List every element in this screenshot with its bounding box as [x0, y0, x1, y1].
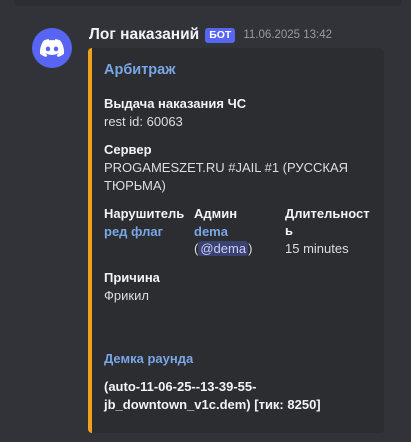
field-violator-value[interactable]: ред флаг	[104, 223, 163, 241]
embed: Арбитраж Выдача наказания ЧС rest id: 60…	[88, 48, 384, 433]
field-action-value: rest id: 60063	[104, 114, 183, 129]
field-admin-mention-line: (@dema)	[194, 240, 252, 258]
message-header: Лог наказаний БОТ 11.06.2025 13:42	[89, 26, 332, 44]
field-reason-value: Фрикил	[104, 288, 149, 303]
previous-message-area	[0, 0, 411, 10]
demo-file: (auto-11-06-25--13-39-55-jb_downtown_v1c…	[104, 379, 321, 412]
field-action-name: Выдача наказания ЧС	[104, 96, 247, 111]
bot-tag: БОТ	[205, 27, 236, 43]
embed-title: Арбитраж	[104, 62, 176, 78]
previous-embed	[14, 0, 401, 6]
message: Лог наказаний БОТ 11.06.2025 13:42 Арбит…	[0, 22, 411, 442]
discord-logo-icon	[40, 39, 64, 57]
author-name[interactable]: Лог наказаний	[89, 26, 199, 44]
field-server-name: Сервер	[104, 142, 152, 157]
timestamp[interactable]: 11.06.2025 13:42	[243, 29, 332, 41]
field-admin-name: Админ	[194, 206, 238, 221]
field-violator-name: Нарушитель	[104, 206, 185, 221]
admin-mention[interactable]: @dema	[198, 241, 249, 256]
field-server-value: PROGAMESZET.RU #JAIL #1 (РУССКАЯ ТЮРЬМА)	[104, 160, 349, 193]
field-admin-value[interactable]: dema	[194, 223, 228, 241]
field-reason-name: Причина	[104, 270, 160, 285]
paren-close: )	[248, 241, 253, 256]
field-duration-value: 15 minutes	[285, 241, 349, 256]
avatar[interactable]	[32, 28, 72, 68]
field-duration-name: Длительность	[285, 206, 370, 238]
demo-link[interactable]: Демка раунда	[104, 351, 193, 366]
